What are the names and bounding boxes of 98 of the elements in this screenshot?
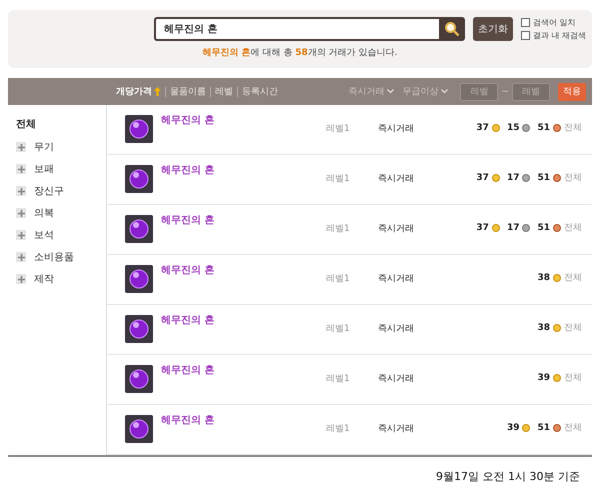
price-amount: 37 bbox=[476, 172, 489, 182]
sort-tab[interactable]: 물품이름 bbox=[170, 85, 206, 98]
price-amount: 15 bbox=[506, 122, 520, 132]
item-name[interactable]: 헤무진의 혼 bbox=[161, 363, 326, 377]
level-min-field[interactable]: 레벨 bbox=[460, 82, 498, 100]
orb-icon bbox=[125, 265, 153, 293]
trade-type: 즉시거래 bbox=[378, 273, 414, 285]
expand-icon[interactable] bbox=[16, 274, 26, 284]
up-arrow-icon bbox=[154, 87, 161, 96]
checkbox-label: 결과 내 재검색 bbox=[532, 30, 586, 41]
coin-icon bbox=[553, 224, 561, 232]
price-amount: 38 bbox=[537, 322, 550, 332]
expand-icon[interactable] bbox=[16, 186, 26, 196]
price-amount: 39 bbox=[506, 422, 520, 432]
price-amount: 51 bbox=[537, 222, 550, 232]
category-item[interactable]: 보패 bbox=[34, 162, 54, 176]
trade-type: 즉시거래 bbox=[378, 123, 414, 135]
range-separator: ~ bbox=[501, 86, 509, 96]
price-amount: 51 bbox=[537, 122, 550, 132]
category-item[interactable]: 무기 bbox=[34, 140, 54, 154]
orb-icon bbox=[125, 365, 153, 393]
coin-icon bbox=[553, 274, 561, 282]
trade-type: 즉시거래 bbox=[378, 173, 414, 185]
coin-icon bbox=[522, 174, 530, 182]
chevron-down-icon bbox=[387, 89, 394, 94]
orb-icon bbox=[125, 215, 153, 243]
coin-icon bbox=[553, 124, 561, 132]
orb-icon bbox=[125, 165, 153, 193]
item-level: 레벨1 bbox=[326, 123, 351, 135]
price-amount: 38 bbox=[537, 272, 550, 282]
price-amount: 17 bbox=[506, 172, 520, 182]
orb-icon bbox=[125, 415, 153, 443]
category-all[interactable]: 전체 bbox=[16, 117, 36, 131]
coin-icon bbox=[553, 174, 561, 182]
item-level: 레벨1 bbox=[326, 173, 351, 185]
chevron-down-icon bbox=[441, 89, 448, 94]
expand-icon[interactable] bbox=[16, 164, 26, 174]
server-scope: 전체 bbox=[564, 272, 582, 284]
item-level: 레벨1 bbox=[326, 273, 351, 285]
category-item[interactable]: 보석 bbox=[34, 228, 54, 242]
server-scope: 전체 bbox=[564, 172, 582, 184]
category-item[interactable]: 장신구 bbox=[34, 184, 64, 198]
checkbox[interactable] bbox=[520, 18, 530, 27]
expand-icon[interactable] bbox=[16, 230, 26, 240]
price-amount: 37 bbox=[476, 222, 489, 232]
trade-type: 즉시거래 bbox=[378, 323, 414, 335]
coin-icon bbox=[492, 224, 500, 232]
price-amount: 37 bbox=[476, 122, 489, 132]
category-item[interactable]: 소비용품 bbox=[34, 250, 74, 264]
coin-icon bbox=[553, 424, 561, 432]
result-summary: 헤무진의 혼에 대해 총 58개의 거래가 있습니다. bbox=[202, 47, 398, 59]
item-level: 레벨1 bbox=[326, 223, 351, 235]
checkbox-label: 검색어 일치 bbox=[532, 17, 576, 28]
item-name[interactable]: 헤무진의 혼 bbox=[161, 113, 326, 127]
server-scope: 전체 bbox=[564, 222, 582, 234]
expand-icon[interactable] bbox=[16, 208, 26, 218]
price-amount: 51 bbox=[537, 172, 550, 182]
price-amount: 39 bbox=[537, 372, 550, 382]
coin-icon bbox=[492, 124, 500, 132]
search-icon[interactable] bbox=[438, 17, 465, 41]
item-name[interactable]: 헤무진의 혼 bbox=[161, 163, 326, 177]
apply-button[interactable]: 적용 bbox=[558, 82, 586, 100]
coin-icon bbox=[522, 124, 530, 132]
item-name[interactable]: 헤무진의 혼 bbox=[161, 313, 326, 327]
expand-icon[interactable] bbox=[16, 252, 26, 262]
search-field[interactable]: 헤무진의 혼 bbox=[154, 17, 439, 41]
item-name[interactable]: 헤무진의 혼 bbox=[161, 213, 326, 227]
category-item[interactable]: 의복 bbox=[34, 206, 54, 220]
timestamp: 9월17일 오전 1시 30분 기준 bbox=[436, 469, 580, 484]
item-name[interactable]: 헤무진의 혼 bbox=[161, 413, 326, 427]
coin-icon bbox=[522, 224, 530, 232]
coin-icon bbox=[553, 374, 561, 382]
orb-icon bbox=[125, 115, 153, 143]
price-amount: 51 bbox=[537, 422, 550, 432]
sort-tab[interactable]: 레벨 bbox=[215, 85, 233, 98]
item-name[interactable]: 헤무진의 혼 bbox=[161, 263, 326, 277]
trade-type: 즉시거래 bbox=[378, 423, 414, 435]
coin-icon bbox=[522, 424, 530, 432]
item-level: 레벨1 bbox=[326, 423, 351, 435]
price-amount: 17 bbox=[506, 222, 520, 232]
category-item[interactable]: 제작 bbox=[34, 272, 54, 286]
expand-icon[interactable] bbox=[16, 142, 26, 152]
reset-button[interactable]: 초기화 bbox=[472, 17, 513, 41]
item-level: 레벨1 bbox=[326, 323, 351, 335]
server-scope: 전체 bbox=[564, 372, 582, 384]
sort-tab[interactable]: 개당가격 bbox=[116, 85, 161, 98]
orb-icon bbox=[125, 315, 153, 343]
trade-type: 즉시거래 bbox=[378, 373, 414, 385]
item-level: 레벨1 bbox=[326, 373, 351, 385]
coin-icon bbox=[492, 174, 500, 182]
trade-type: 즉시거래 bbox=[378, 223, 414, 235]
sort-tab[interactable]: 등록시간 bbox=[242, 85, 278, 98]
coin-icon bbox=[553, 324, 561, 332]
checkbox[interactable] bbox=[520, 31, 530, 40]
server-scope: 전체 bbox=[564, 322, 582, 334]
server-scope: 전체 bbox=[564, 122, 582, 134]
level-max-field[interactable]: 레벨 bbox=[512, 82, 550, 100]
server-scope: 전체 bbox=[564, 422, 582, 434]
